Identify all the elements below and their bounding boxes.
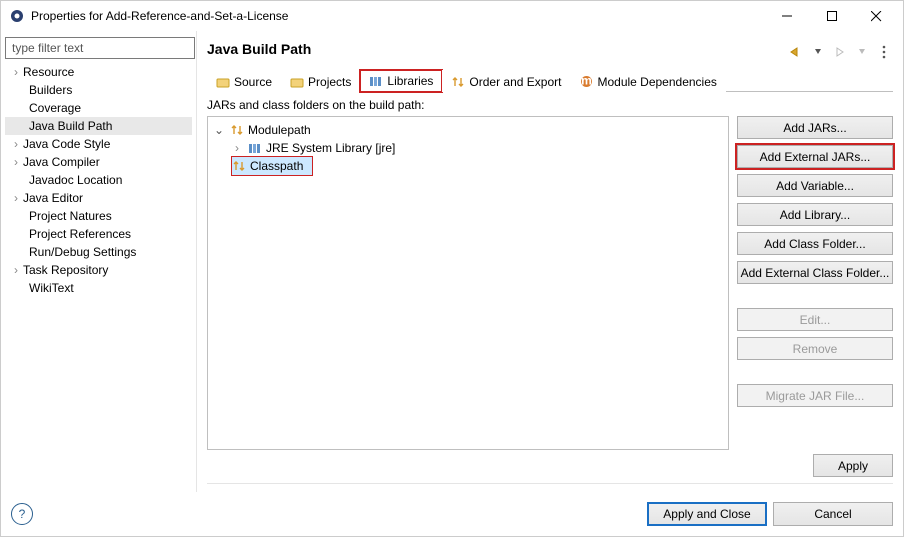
nav-task-repository[interactable]: ›Task Repository	[5, 261, 192, 279]
nav-builders[interactable]: Builders	[5, 81, 192, 99]
caret-down-icon: ⌄	[214, 125, 224, 135]
button-column: Add JARs... Add External JARs... Add Var…	[737, 116, 893, 450]
order-icon	[451, 75, 465, 89]
source-icon	[216, 75, 230, 89]
edit-button: Edit...	[737, 308, 893, 331]
nav-javadoc-location[interactable]: Javadoc Location	[5, 171, 192, 189]
titlebar: Properties for Add-Reference-and-Set-a-L…	[1, 1, 903, 31]
nav-icons	[787, 43, 893, 61]
nav-run-debug[interactable]: Run/Debug Settings	[5, 243, 192, 261]
close-button[interactable]	[854, 2, 899, 30]
back-icon[interactable]	[787, 43, 805, 61]
buildpath-tree[interactable]: ⌄ Modulepath › JRE System Library [jre] …	[207, 116, 729, 450]
menu-icon[interactable]	[875, 43, 893, 61]
sidebar: type filter text ›Resource Builders Cove…	[1, 31, 197, 492]
nav-java-code-style[interactable]: ›Java Code Style	[5, 135, 192, 153]
help-icon[interactable]: ?	[11, 503, 33, 525]
apply-row: Apply	[207, 450, 893, 484]
body-row: ⌄ Modulepath › JRE System Library [jre] …	[207, 116, 893, 450]
remove-button: Remove	[737, 337, 893, 360]
svg-text:m: m	[581, 75, 592, 88]
libraries-icon	[369, 74, 383, 88]
add-library-button[interactable]: Add Library...	[737, 203, 893, 226]
nav-tree: ›Resource Builders Coverage Java Build P…	[5, 63, 192, 297]
tree-jre-library[interactable]: › JRE System Library [jre]	[210, 139, 726, 157]
nav-project-natures[interactable]: Project Natures	[5, 207, 192, 225]
migrate-jar-button: Migrate JAR File...	[737, 384, 893, 407]
forward-menu-icon[interactable]	[853, 43, 871, 61]
add-class-folder-button[interactable]: Add Class Folder...	[737, 232, 893, 255]
jars-label: JARs and class folders on the build path…	[207, 98, 893, 112]
tree-modulepath[interactable]: ⌄ Modulepath	[210, 121, 726, 139]
main-area: type filter text ›Resource Builders Cove…	[1, 31, 903, 492]
tab-projects[interactable]: Projects	[281, 70, 360, 92]
nav-wikitext[interactable]: WikiText	[5, 279, 192, 297]
add-external-jars-button[interactable]: Add External JARs...	[737, 145, 893, 168]
apply-close-button[interactable]: Apply and Close	[647, 502, 767, 526]
nav-java-editor[interactable]: ›Java Editor	[5, 189, 192, 207]
footer: ? Apply and Close Cancel	[1, 492, 903, 536]
nav-resource[interactable]: ›Resource	[5, 63, 192, 81]
filter-input[interactable]: type filter text	[5, 37, 195, 59]
caret-icon: ›	[11, 157, 21, 167]
module-icon: m	[579, 75, 593, 89]
tab-order-export[interactable]: Order and Export	[442, 70, 570, 92]
tab-libraries[interactable]: Libraries	[360, 70, 442, 92]
header-row: Java Build Path	[207, 39, 893, 65]
add-variable-button[interactable]: Add Variable...	[737, 174, 893, 197]
tree-classpath[interactable]: Classpath	[232, 157, 312, 175]
nav-java-build-path[interactable]: Java Build Path	[5, 117, 192, 135]
nav-project-references[interactable]: Project References	[5, 225, 192, 243]
app-icon	[9, 8, 25, 24]
nav-java-compiler[interactable]: ›Java Compiler	[5, 153, 192, 171]
page-title: Java Build Path	[207, 41, 311, 57]
window-title: Properties for Add-Reference-and-Set-a-L…	[31, 9, 764, 23]
caret-icon: ›	[11, 193, 21, 203]
caret-icon: ›	[11, 67, 21, 77]
minimize-button[interactable]	[764, 2, 809, 30]
caret-icon: ›	[11, 265, 21, 275]
add-external-class-folder-button[interactable]: Add External Class Folder...	[737, 261, 893, 284]
caret-icon: ›	[11, 139, 21, 149]
nav-coverage[interactable]: Coverage	[5, 99, 192, 117]
back-menu-icon[interactable]	[809, 43, 827, 61]
maximize-button[interactable]	[809, 2, 854, 30]
classpath-icon	[232, 159, 246, 173]
tab-module-deps[interactable]: mModule Dependencies	[570, 70, 725, 92]
caret-icon: ›	[232, 143, 242, 153]
content: Java Build Path Source Projects Librarie…	[197, 31, 903, 492]
cancel-button[interactable]: Cancel	[773, 502, 893, 526]
footer-buttons: Apply and Close Cancel	[647, 502, 893, 526]
forward-icon[interactable]	[831, 43, 849, 61]
library-icon	[248, 141, 262, 155]
tab-source[interactable]: Source	[207, 70, 281, 92]
projects-icon	[290, 75, 304, 89]
modulepath-icon	[230, 123, 244, 137]
tabs: Source Projects Libraries Order and Expo…	[207, 69, 893, 92]
filter-placeholder: type filter text	[12, 41, 83, 55]
add-jars-button[interactable]: Add JARs...	[737, 116, 893, 139]
apply-button[interactable]: Apply	[813, 454, 893, 477]
